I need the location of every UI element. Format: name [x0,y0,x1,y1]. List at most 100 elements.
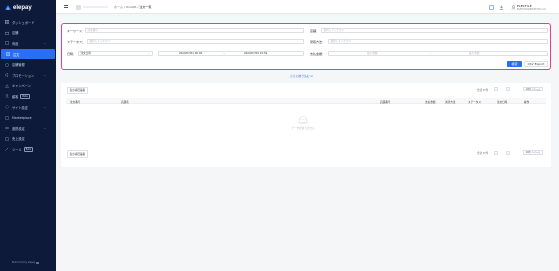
build-version: Build 2.0.0 by elepay [12,261,36,264]
keyword-label: キーワード： [67,28,86,33]
sidebar-item-label: 連携設定 [12,126,25,131]
sidebar-item-label: 店舗管理 [12,63,25,68]
sidebar-item-integration[interactable]: 連携設定 ⌄ [0,123,56,134]
column-header: 店舗番号 [380,100,391,104]
shop-avatar[interactable] [76,4,81,10]
date-to: 2020/07/09 23:59 [244,51,268,55]
sidebar: elepay ダッシュボード 店舗 商品 ⌄ 注文 店舗管理 プロモーション ⌄ キ… [0,0,56,271]
sidebar-item-site-setting[interactable]: サイト設定 ⌄ [0,102,56,113]
next-page-button[interactable]: › [506,87,510,91]
keyword-input[interactable]: 注文番号 [85,27,304,33]
page-size-select[interactable]: 10件 / ページ [523,86,543,92]
breadcrumb-app[interactable]: OneQR [126,5,137,9]
sidebar-item-dashboard[interactable]: ダッシュボード [0,17,56,28]
sidebar-item-label: ダッシュボード [12,20,35,25]
amount-separator: ~ [429,51,432,55]
breadcrumb-current: 注文一覧 [139,5,152,9]
status-select[interactable]: 選択してください [87,39,304,44]
amount-min-input[interactable]: 最小金額 [367,52,377,56]
column-edit-button[interactable]: 表示項目編集 [67,86,88,95]
next-page-button-bottom[interactable]: › [506,150,510,155]
amount-range[interactable]: 最小金額 ~ 最大金額 [328,50,548,56]
filter-panel: キーワード： 注文番号 店舗： 選択してください ⌄ ステータス： 選択してくださ… [61,23,551,70]
status-label: ステータス： [67,40,86,44]
column-header: 店舗名 [121,100,129,104]
sidebar-item-label: 顧客 [12,94,19,99]
store-label: 店舗： [310,28,320,33]
date-type-select[interactable]: 注文日時 ⌄ [78,50,153,56]
sidebar-footer: Build 2.0.0 by elepay [12,261,40,264]
sidebar-item-label: プロモーション [12,73,35,78]
date-range-picker[interactable]: 2020/07/01 00:00 ~ 2020/07/09 23:59 [158,50,304,56]
sidebar-item-label: ツール [12,147,22,152]
user-icon[interactable] [511,4,516,10]
dashboard-icon [5,20,9,25]
sidebar-item-marketplace[interactable]: Marketplace [0,112,56,123]
chevron-down-icon: ⌄ [43,41,46,46]
column-header: 支払金額 [425,100,436,104]
order-table-card: 表示項目編集 合計 0 件 ‹ › 10件 / ページ 注文番号 店舗名 店舗番… [61,83,551,167]
chevron-down-icon: ⌄ [43,105,46,110]
chevron-down-icon: ⌄ [43,73,46,78]
logo[interactable]: elepay [0,0,56,16]
sidebar-item-product[interactable]: 商品 ⌄ [0,38,56,49]
date-type-value: 注文日時 [80,51,91,55]
tool-icon [5,147,9,152]
store-select[interactable]: 選択してください ⌄ [321,27,548,33]
download-icon[interactable] [499,5,504,10]
date-label: 日時： [67,51,77,56]
breadcrumb-home[interactable]: ホーム [114,5,123,9]
twitter-icon[interactable] [36,261,40,264]
menu-toggle-icon[interactable] [64,5,68,8]
prev-page-button[interactable]: ‹ [494,87,498,91]
sidebar-item-order[interactable]: 注文 [1,48,55,60]
customer-icon [5,94,9,99]
elepay-logo-icon [5,5,11,10]
store-icon [5,31,9,35]
empty-state: データがありません [283,116,323,130]
sidebar-item-label: キャンペーン [12,84,31,89]
sales-setting-icon [5,137,9,141]
shop-name-placeholder[interactable] [83,5,108,8]
empty-box-icon [297,116,309,124]
sidebar-item-tool[interactable]: ツール Beta [0,144,56,155]
column-edit-button-bottom[interactable]: 表示項目編集 [67,150,88,158]
chevron-down-icon: ⌄ [542,28,545,32]
column-header: ステータス [468,100,481,104]
topbar: ホーム / OneQR / 注文一覧 ELESTYLE ELESTYLE@ELE… [56,0,559,14]
sidebar-item-sales-setting[interactable]: 売上設定 [0,134,56,145]
payment-label: 受取方法： [310,40,326,44]
sidebar-item-label: サイト設定 [12,105,28,110]
site-setting-icon [5,105,9,109]
sidebar-item-promotion[interactable]: プロモーション ⌄ [0,70,56,81]
chevron-down-icon: ⌄ [43,126,46,131]
column-header: 決済方法 [445,100,456,104]
empty-text: データがありません [291,127,315,130]
brand-name: elepay [13,5,32,11]
amount-max-input[interactable]: 最大金額 [469,52,479,56]
pager-total: 合計 0 件 [477,88,489,92]
sidebar-nav: ダッシュボード 店舗 商品 ⌄ 注文 店舗管理 プロモーション ⌄ キャンペーン 顧… [0,17,56,155]
payment-select[interactable]: 選択してください [328,39,548,44]
sidebar-item-store[interactable]: 店舗 [0,28,56,39]
column-header: 注文日時 [497,100,508,104]
sidebar-item-campaign[interactable]: キャンペーン [0,81,56,92]
sidebar-item-customer[interactable]: 顧客 Beta [0,91,56,102]
page-size-select-bottom[interactable]: 10件 / ページ [523,150,543,155]
beta-badge: Beta [20,93,30,99]
column-header: 操作 [524,100,530,104]
campaign-icon [5,83,9,88]
help-icon[interactable] [489,4,494,10]
breadcrumb: ホーム / OneQR / 注文一覧 [114,5,151,9]
prev-page-button-bottom[interactable]: ‹ [494,150,498,155]
sidebar-item-label: 店舗 [12,31,19,36]
csv-export-button[interactable]: CSV Export [524,60,548,67]
marketplace-icon [5,115,9,120]
table-header: 注文番号 店舗名 店舗番号 支払金額 決済方法 ステータス 注文日時 操作 [66,98,546,104]
page-number[interactable] [500,87,504,91]
more-filter-link[interactable]: さらに絞り込む ⊡ [290,74,313,78]
sidebar-item-label: 商品 [12,41,19,46]
sidebar-item-shop-manage[interactable]: 店舗管理 [0,59,56,70]
product-icon [5,41,9,46]
search-button[interactable]: 検索 [507,60,522,67]
